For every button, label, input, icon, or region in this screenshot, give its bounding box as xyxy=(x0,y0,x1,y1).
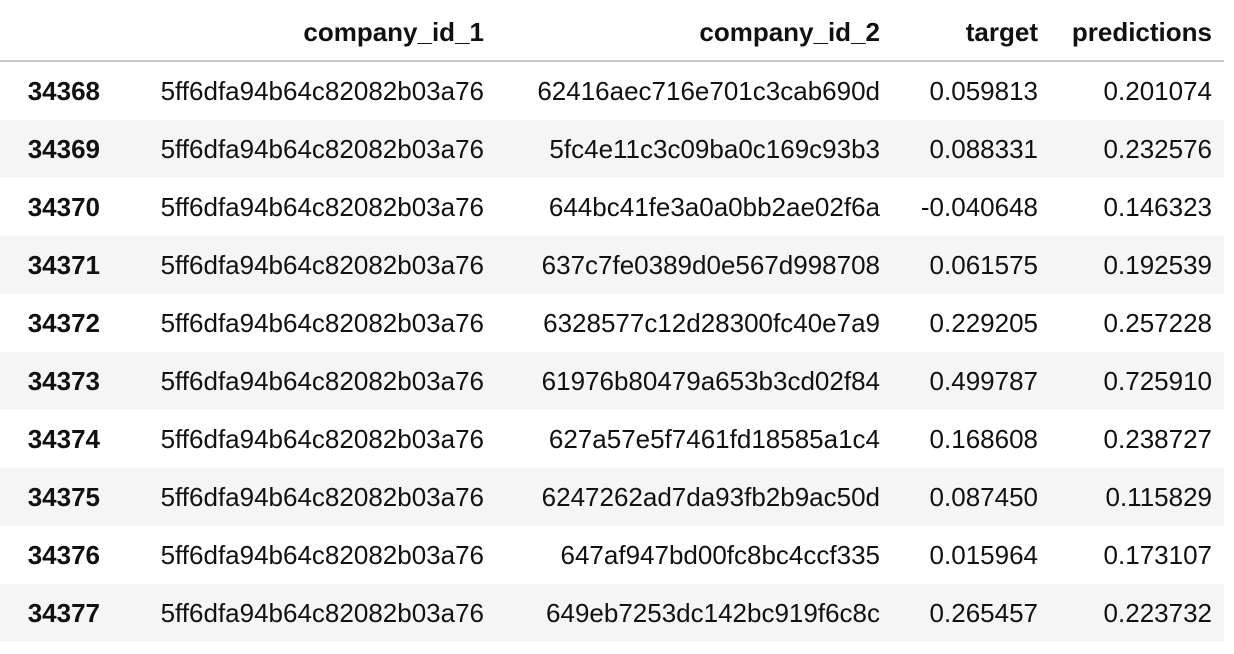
cell-company-id-2: 6247262ad7da93fb2b9ac50d xyxy=(541,481,880,512)
dataframe-table: company_id_1 company_id_2 target predict… xyxy=(0,4,1224,642)
cell-predictions: 0.115829 xyxy=(1105,481,1212,512)
table-row: 34377 5ff6dfa94b64c82082b03a76 649eb7253dc… xyxy=(0,584,1224,642)
cell-company-id-1: 5ff6dfa94b64c82082b03a76 xyxy=(160,307,484,338)
cell-target: 0.059813 xyxy=(929,75,1038,106)
cell-predictions: 0.146323 xyxy=(1103,191,1212,222)
cell-company-id-2: 644bc41fe3a0a0bb2ae02f6a xyxy=(548,191,880,222)
column-header-company-id-1: company_id_1 xyxy=(112,4,496,62)
cell-company-id-1: 5ff6dfa94b64c82082b03a76 xyxy=(160,481,484,512)
cell-company-id-2: 6328577c12d28300fc40e7a9 xyxy=(543,307,880,338)
cell-predictions: 0.238727 xyxy=(1103,423,1212,454)
row-index: 34371 xyxy=(27,249,100,280)
table-body: 34368 5ff6dfa94b64c82082b03a76 62416aec716… xyxy=(0,61,1224,642)
cell-predictions: 0.192539 xyxy=(1103,249,1212,280)
table-row: 34370 5ff6dfa94b64c82082b03a76 644bc41fe3a… xyxy=(0,178,1224,236)
table-row: 34374 5ff6dfa94b64c82082b03a76 627a57e5f74… xyxy=(0,410,1224,468)
cell-company-id-2: 5fc4e11c3c09ba0c169c93b3 xyxy=(549,133,880,164)
row-index: 34374 xyxy=(27,423,100,454)
table-row: 34376 5ff6dfa94b64c82082b03a76 647af947bd0… xyxy=(0,526,1224,584)
cell-company-id-2: 649eb7253dc142bc919f6c8c xyxy=(546,597,880,628)
cell-target: 0.229205 xyxy=(929,307,1038,338)
column-header-target: target xyxy=(892,4,1050,62)
cell-predictions: 0.173107 xyxy=(1103,539,1212,570)
table-row: 34375 5ff6dfa94b64c82082b03a76 6247262ad7d… xyxy=(0,468,1224,526)
cell-target: 0.087450 xyxy=(929,481,1038,512)
dataframe-output: company_id_1 company_id_2 target predict… xyxy=(0,0,1234,654)
cell-predictions: 0.257228 xyxy=(1103,307,1212,338)
table-header: company_id_1 company_id_2 target predict… xyxy=(0,4,1224,62)
cell-company-id-2: 647af947bd00fc8bc4ccf335 xyxy=(560,539,881,570)
column-header-predictions: predictions xyxy=(1050,4,1224,62)
cell-target: 0.061575 xyxy=(929,249,1038,280)
row-index: 34375 xyxy=(27,481,100,512)
cell-company-id-1: 5ff6dfa94b64c82082b03a76 xyxy=(160,365,484,396)
cell-company-id-1: 5ff6dfa94b64c82082b03a76 xyxy=(160,75,484,106)
cell-target: -0.040648 xyxy=(920,191,1038,222)
cell-predictions: 0.201074 xyxy=(1103,75,1212,106)
row-index: 34372 xyxy=(27,307,100,338)
index-header xyxy=(0,4,112,62)
row-index: 34373 xyxy=(27,365,100,396)
cell-company-id-1: 5ff6dfa94b64c82082b03a76 xyxy=(160,133,484,164)
table-row: 34368 5ff6dfa94b64c82082b03a76 62416aec716… xyxy=(0,61,1224,120)
header-row: company_id_1 company_id_2 target predict… xyxy=(0,4,1224,62)
cell-target: 0.168608 xyxy=(929,423,1038,454)
cell-predictions: 0.725910 xyxy=(1103,365,1212,396)
cell-target: 0.499787 xyxy=(929,365,1038,396)
cell-company-id-1: 5ff6dfa94b64c82082b03a76 xyxy=(160,191,484,222)
cell-predictions: 0.232576 xyxy=(1103,133,1212,164)
cell-target: 0.088331 xyxy=(929,133,1038,164)
table-row: 34369 5ff6dfa94b64c82082b03a76 5fc4e11c3c0… xyxy=(0,120,1224,178)
row-index: 34370 xyxy=(27,191,100,222)
table-row: 34372 5ff6dfa94b64c82082b03a76 6328577c12d… xyxy=(0,294,1224,352)
cell-company-id-1: 5ff6dfa94b64c82082b03a76 xyxy=(160,597,484,628)
cell-target: 0.015964 xyxy=(929,539,1038,570)
cell-target: 0.265457 xyxy=(929,597,1038,628)
cell-company-id-1: 5ff6dfa94b64c82082b03a76 xyxy=(160,539,484,570)
column-header-company-id-2: company_id_2 xyxy=(496,4,892,62)
cell-company-id-2: 627a57e5f7461fd18585a1c4 xyxy=(548,423,880,454)
cell-company-id-2: 637c7fe0389d0e567d998708 xyxy=(541,249,880,280)
cell-predictions: 0.223732 xyxy=(1103,597,1212,628)
cell-company-id-2: 62416aec716e701c3cab690d xyxy=(537,75,880,106)
row-index: 34376 xyxy=(27,539,100,570)
table-row: 34371 5ff6dfa94b64c82082b03a76 637c7fe0389… xyxy=(0,236,1224,294)
row-index: 34369 xyxy=(27,133,100,164)
row-index: 34368 xyxy=(27,75,100,106)
cell-company-id-1: 5ff6dfa94b64c82082b03a76 xyxy=(160,423,484,454)
cell-company-id-1: 5ff6dfa94b64c82082b03a76 xyxy=(160,249,484,280)
row-index: 34377 xyxy=(27,597,100,628)
cell-company-id-2: 61976b80479a653b3cd02f84 xyxy=(541,365,880,396)
table-row: 34373 5ff6dfa94b64c82082b03a76 61976b80479… xyxy=(0,352,1224,410)
